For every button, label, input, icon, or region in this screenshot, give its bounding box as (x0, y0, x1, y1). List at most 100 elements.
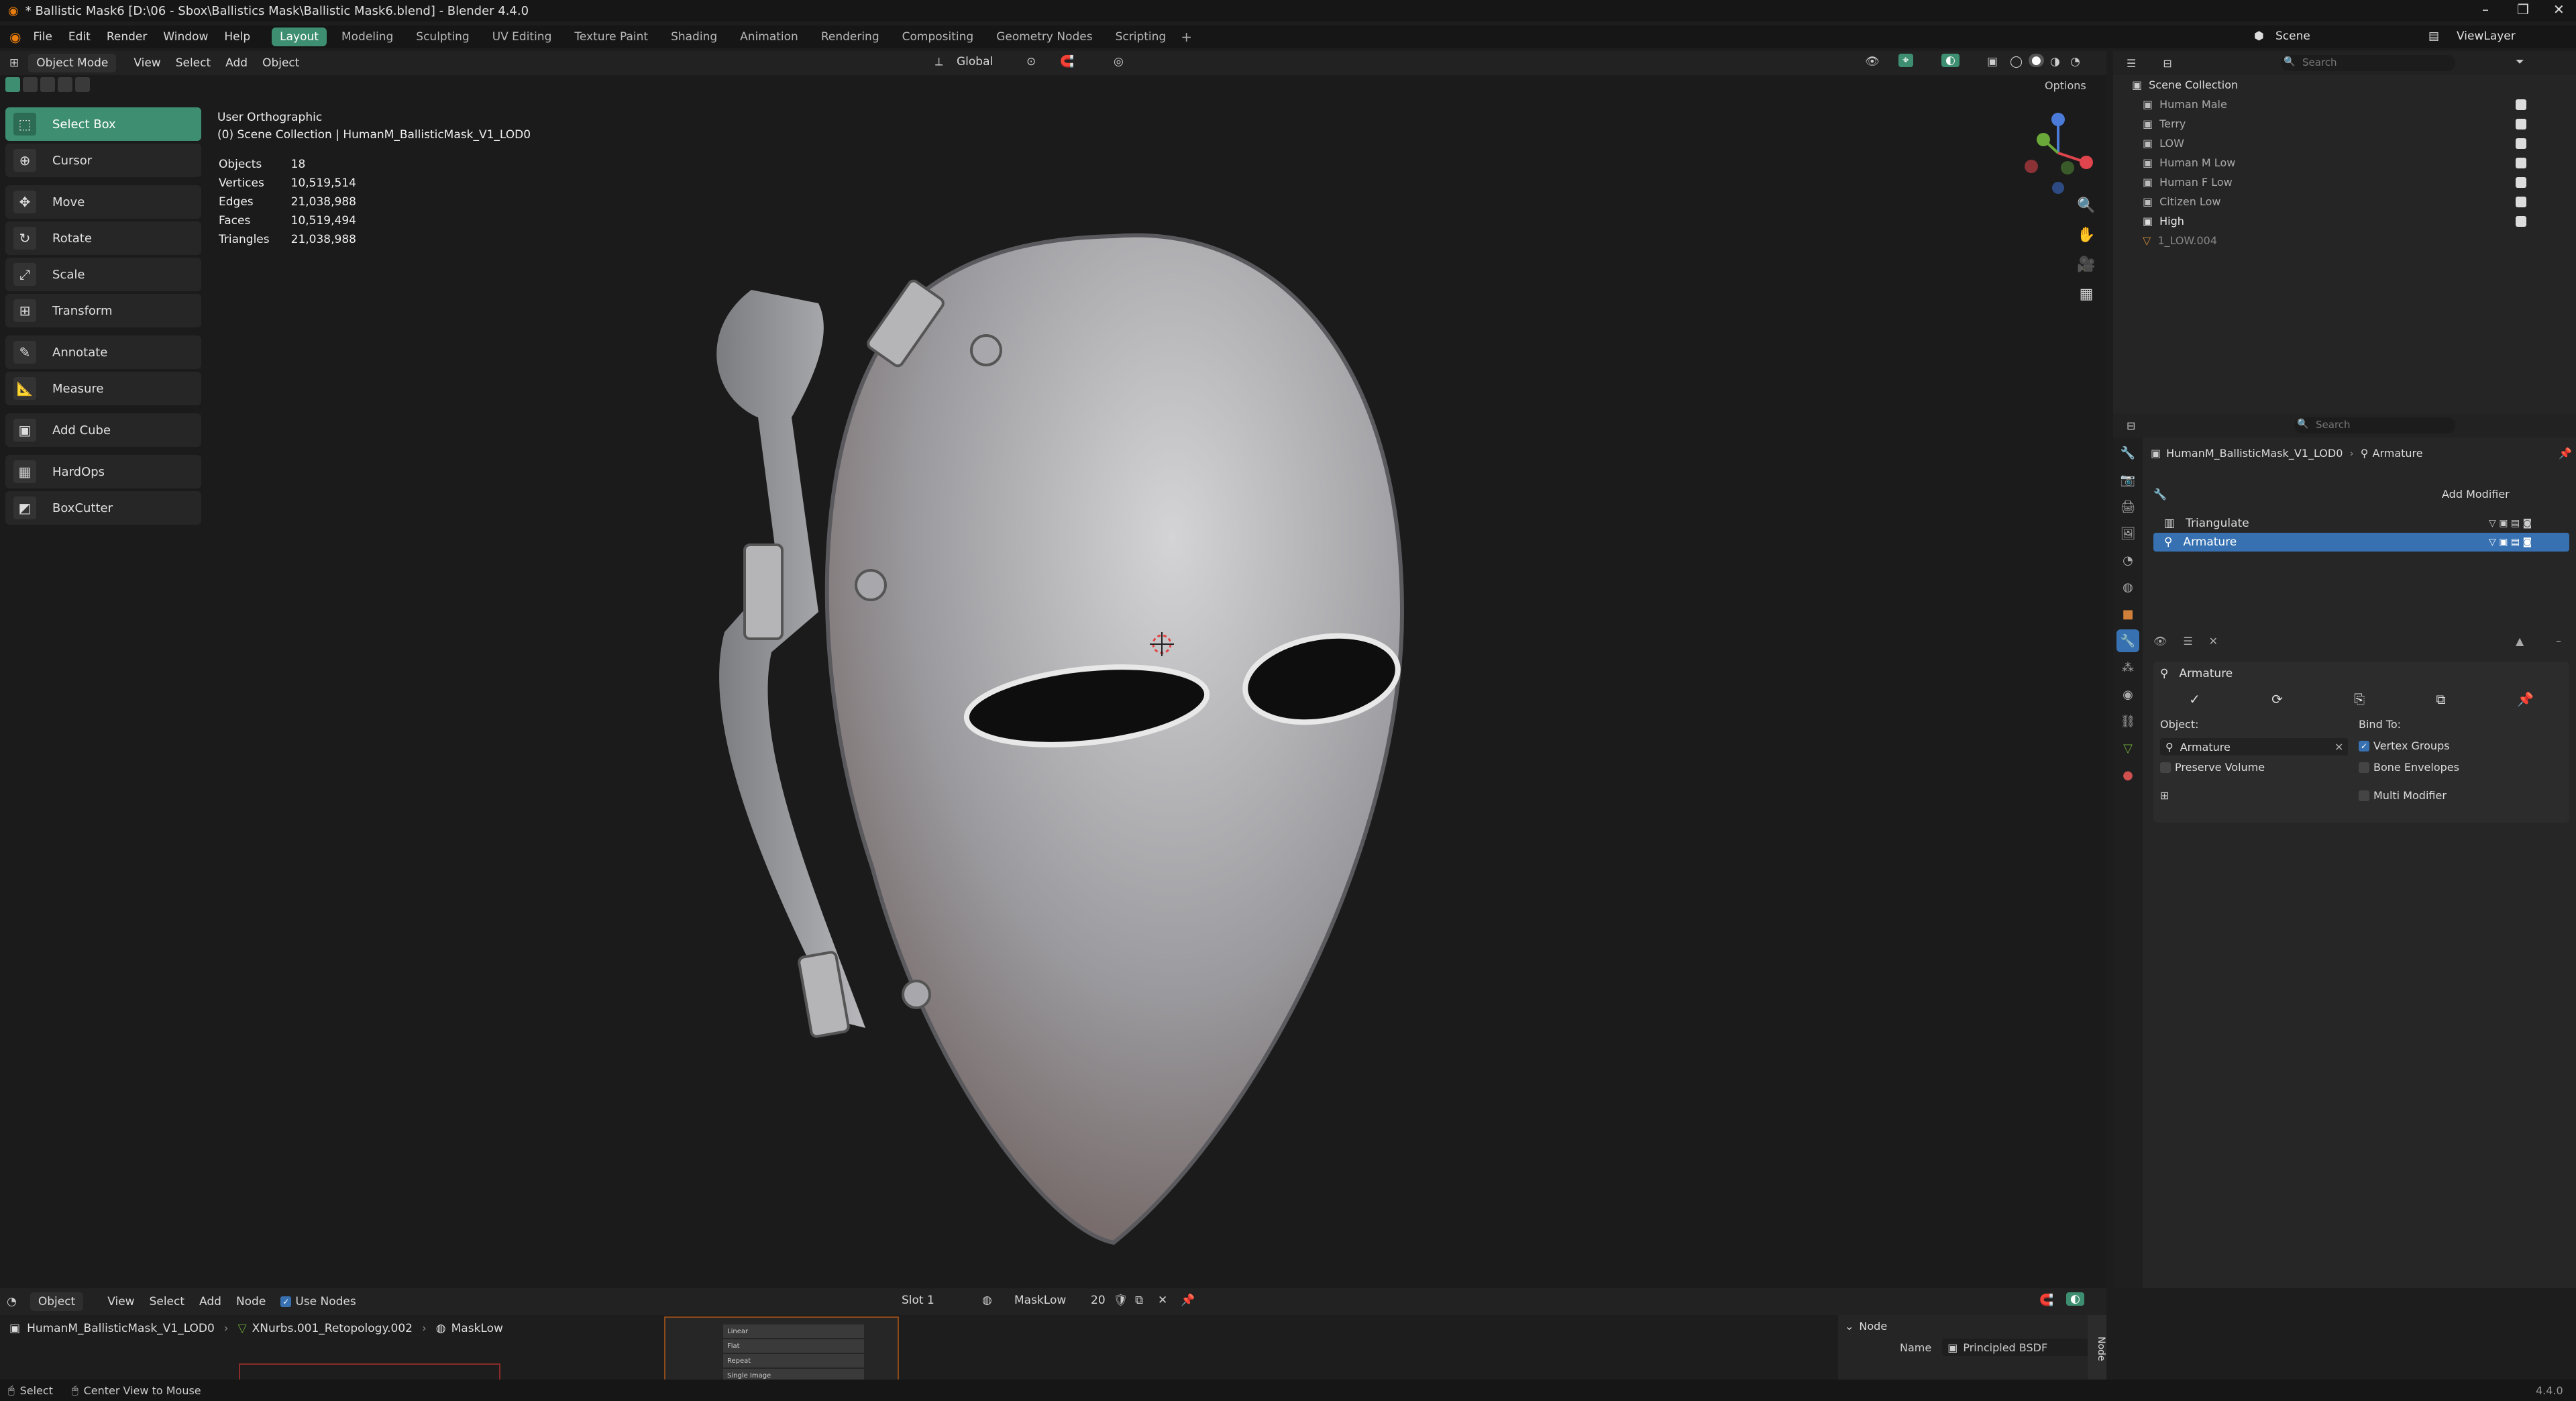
collapse-icon[interactable]: – (2556, 635, 2561, 647)
xray-icon[interactable]: ▣ (1987, 55, 1998, 68)
gizmo-toggle-icon[interactable]: ⌖ (1898, 54, 1913, 67)
tool-annotate[interactable]: ✎ Annotate (5, 335, 201, 369)
breadcrumb-object[interactable]: HumanM_BallisticMask_V1_LOD0 (27, 1322, 215, 1335)
pin-icon[interactable]: 📌 (1181, 1294, 1195, 1307)
properties-search-input[interactable]: Search (2294, 417, 2455, 433)
visibility-checkbox[interactable] (2516, 99, 2526, 110)
material-tab-icon[interactable]: ● (2116, 764, 2139, 786)
tool-transform[interactable]: ⊞ Transform (5, 294, 201, 327)
interpolation-dropdown[interactable]: Linear (723, 1325, 864, 1338)
tab-uv-editing[interactable]: UV Editing (484, 28, 560, 46)
tab-geometry-nodes[interactable]: Geometry Nodes (988, 28, 1100, 46)
menu-add[interactable]: Add (199, 1295, 221, 1308)
list-icon[interactable]: ☰ (2183, 635, 2192, 647)
options-button[interactable]: Options (2045, 79, 2086, 92)
menu-edit[interactable]: Edit (68, 30, 91, 44)
tab-sculpting[interactable]: Sculpting (408, 28, 477, 46)
menu-object[interactable]: Object (262, 56, 299, 70)
tool-hardops[interactable]: ▦ HardOps (5, 455, 201, 488)
outliner-item-low[interactable]: ▣ LOW (2113, 134, 2576, 153)
unlink-material-icon[interactable]: ✕ (1158, 1294, 1167, 1307)
modifier-toggles-icon[interactable]: ▽ ▣ ▤ ◙ (2489, 537, 2532, 548)
transform-orientation-dropdown[interactable]: Global (957, 55, 993, 68)
visibility-checkbox[interactable] (2516, 157, 2526, 168)
world-tab-icon[interactable]: ◍ (2116, 576, 2139, 599)
menu-render[interactable]: Render (107, 30, 148, 44)
minimize-icon[interactable]: – (2482, 1, 2489, 17)
menu-view[interactable]: View (107, 1295, 134, 1308)
gizmo-neg-z-axis[interactable] (2052, 182, 2064, 194)
select-intersect-icon[interactable] (75, 77, 90, 92)
apply-icon[interactable]: ✓ (2189, 691, 2200, 707)
material-users-count[interactable]: 20 (1091, 1294, 1106, 1307)
outliner-item-human-male[interactable]: ▣ Human Male (2113, 95, 2576, 114)
select-extend-icon[interactable] (23, 77, 38, 92)
gizmo-x-axis[interactable] (2080, 156, 2093, 169)
breadcrumb-mesh[interactable]: XNurbs.001_Retopology.002 (252, 1322, 413, 1335)
wireframe-shading-icon[interactable]: ◯ (2010, 55, 2023, 68)
data-tab-icon[interactable]: ▽ (2116, 737, 2139, 760)
physics-tab-icon[interactable]: ◉ (2116, 683, 2139, 706)
tab-shading[interactable]: Shading (663, 28, 725, 46)
clear-icon[interactable]: ✕ (2334, 741, 2343, 754)
output-tab-icon[interactable]: 🖨 (2116, 495, 2139, 518)
tab-layout[interactable]: Layout (272, 28, 327, 46)
modifier-triangulate[interactable]: ▥ Triangulate ▽ ▣ ▤ ◙ (2153, 514, 2569, 533)
tab-compositing[interactable]: Compositing (894, 28, 982, 46)
outliner-item-high[interactable]: ▣ High (2113, 211, 2576, 231)
select-new-icon[interactable] (5, 77, 20, 92)
gizmo-y-axis[interactable] (2037, 133, 2050, 146)
maximize-icon[interactable]: ❐ (2517, 1, 2529, 17)
visibility-checkbox[interactable] (2516, 215, 2526, 227)
add-workspace-icon[interactable]: + (1181, 29, 1192, 45)
blender-menu-icon[interactable]: ◉ (9, 29, 21, 45)
modifier-armature[interactable]: ⚲ Armature ▽ ▣ ▤ ◙ (2153, 533, 2569, 552)
zoom-icon[interactable]: 🔍 (2073, 192, 2100, 219)
rendered-shading-icon[interactable]: ◔ (2070, 55, 2080, 68)
outliner-root[interactable]: ▣ Scene Collection (2113, 75, 2576, 95)
extension-dropdown[interactable]: Repeat (723, 1354, 864, 1367)
navigation-gizmo[interactable] (2012, 107, 2100, 195)
visibility-icon[interactable]: 👁 (1865, 55, 1880, 68)
editor-type-icon[interactable]: ⊞ (9, 56, 19, 70)
duplicate-material-icon[interactable]: ⧉ (1135, 1294, 1143, 1307)
menu-help[interactable]: Help (224, 30, 250, 44)
gizmo-z-axis[interactable] (2051, 113, 2065, 126)
menu-node[interactable]: Node (236, 1295, 266, 1308)
slot-dropdown[interactable]: Slot 1 (902, 1294, 934, 1307)
show-icon[interactable]: 👁 (2153, 635, 2167, 647)
tool-rotate[interactable]: ↻ Rotate (5, 221, 201, 255)
tool-move[interactable]: ✥ Move (5, 185, 201, 219)
node-name-field[interactable]: ▣ Principled BSDF (1942, 1339, 2090, 1356)
outliner-item-human-m-low[interactable]: ▣ Human M Low (2113, 153, 2576, 172)
3d-viewport[interactable]: Options 🔍 ✋ 🎥 ▦ (0, 75, 2106, 1288)
overlay-toggle-icon[interactable]: ◐ (2066, 1292, 2084, 1306)
render-tab-icon[interactable]: 📷 (2116, 468, 2139, 491)
editor-type-icon[interactable]: ◔ (7, 1295, 17, 1308)
menu-window[interactable]: Window (163, 30, 208, 44)
close-icon[interactable]: ✕ (2553, 1, 2565, 17)
camera-view-icon[interactable]: 🎥 (2073, 251, 2100, 278)
tab-modeling[interactable]: Modeling (333, 28, 401, 46)
menu-view[interactable]: View (133, 56, 160, 70)
tab-animation[interactable]: Animation (732, 28, 806, 46)
outliner-item-human-f-low[interactable]: ▣ Human F Low (2113, 172, 2576, 192)
pin-icon[interactable]: 📌 (2559, 447, 2572, 460)
tool-add-cube[interactable]: ▣ Add Cube (5, 413, 201, 447)
pin-to-cage-icon[interactable]: 📌 (2517, 691, 2534, 707)
outliner-item-terry[interactable]: ▣ Terry (2113, 114, 2576, 134)
mask-model[interactable] (644, 196, 1449, 1269)
properties-editor-icon[interactable]: ⊟ (2127, 419, 2135, 432)
tool-boxcutter[interactable]: ◩ BoxCutter (5, 491, 201, 525)
visibility-checkbox[interactable] (2516, 196, 2526, 207)
particles-tab-icon[interactable]: ⁂ (2116, 656, 2139, 679)
bone-envelopes-checkbox[interactable]: Bone Envelopes (2359, 761, 2459, 774)
filter-icon[interactable]: ⏷ (2516, 55, 2524, 68)
select-invert-icon[interactable] (58, 77, 72, 92)
view-layer-tab-icon[interactable]: 🖼 (2116, 522, 2139, 545)
modifier-tab-icon[interactable]: 🔧 (2116, 629, 2139, 652)
visibility-checkbox[interactable] (2516, 176, 2526, 188)
tab-texture-paint[interactable]: Texture Paint (566, 28, 656, 46)
vertex-groups-checkbox[interactable]: ✓ Vertex Groups (2359, 739, 2450, 752)
copy-icon[interactable]: ⧉ (2436, 691, 2445, 707)
